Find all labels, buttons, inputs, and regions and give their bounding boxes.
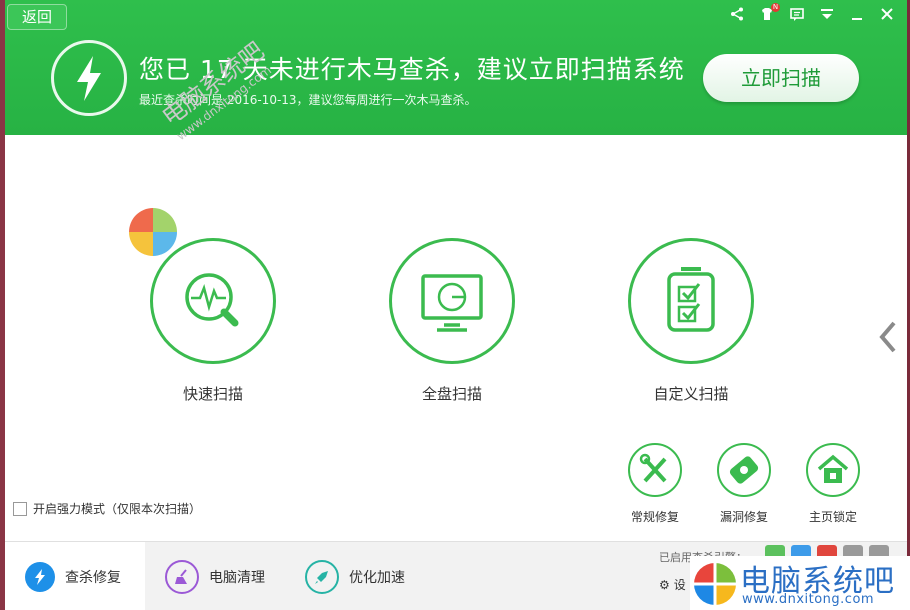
settings-label: 设 (673, 578, 686, 592)
notification-badge: N (771, 3, 780, 12)
tab-optimize-label: 优化加速 (349, 569, 405, 586)
tab-scan-repair-label: 查杀修复 (65, 569, 121, 586)
lightning-status-icon (51, 40, 127, 116)
bolt-icon (25, 561, 55, 592)
strong-mode-label: 开启强力模式（仅限本次扫描） (33, 502, 202, 516)
quick-scan-label: 快速扫描 (182, 385, 243, 403)
tab-pc-cleanup[interactable]: 电脑清理 (145, 542, 285, 610)
strong-mode-checkbox[interactable] (13, 501, 27, 516)
monitor-disk-icon (389, 238, 515, 364)
settings-link[interactable]: ⚙ 设 (659, 576, 686, 593)
window-controls: N (729, 3, 895, 22)
vulnerability-repair-button[interactable]: 漏洞修复 (704, 443, 784, 525)
menu-icon[interactable] (819, 6, 835, 22)
brand-url: www.dnxitong.com (742, 592, 875, 607)
close-icon[interactable] (879, 6, 895, 22)
share-icon[interactable] (729, 6, 745, 22)
skin-icon[interactable]: N (759, 3, 780, 22)
vulnerability-repair-label: 漏洞修复 (719, 510, 768, 524)
pulse-magnifier-icon (150, 238, 276, 364)
strong-mode-option[interactable]: 开启强力模式（仅限本次扫描） (13, 500, 201, 517)
routine-repair-label: 常规修复 (630, 510, 679, 524)
patch-icon (717, 443, 771, 497)
custom-scan-label: 自定义扫描 (653, 385, 729, 403)
full-scan-option[interactable]: 全盘扫描 (332, 238, 572, 404)
quick-scan-option[interactable]: 快速扫描 (93, 238, 333, 404)
custom-scan-option[interactable]: 自定义扫描 (571, 238, 811, 404)
antivirus-window: 返回 N 您已 17 天未进行木马查杀，建议立即扫描系统 最近查杀时间是 201… (5, 0, 907, 610)
tab-optimize[interactable]: 优化加速 (285, 542, 425, 610)
rocket-icon (305, 559, 339, 594)
homepage-lock-button[interactable]: 主页锁定 (793, 443, 873, 525)
back-button[interactable]: 返回 (7, 4, 67, 30)
broom-icon (165, 559, 199, 594)
wrench-screwdriver-icon (628, 443, 682, 497)
tab-pc-cleanup-label: 电脑清理 (209, 569, 265, 586)
tab-scan-repair[interactable]: 查杀修复 (5, 542, 145, 610)
chevron-left-icon[interactable] (877, 320, 899, 358)
feedback-icon[interactable] (789, 6, 805, 22)
full-scan-label: 全盘扫描 (421, 385, 482, 403)
homepage-lock-label: 主页锁定 (808, 510, 857, 524)
checklist-icon (628, 238, 754, 364)
minimize-icon[interactable] (849, 6, 865, 22)
windows-logo-icon (694, 563, 736, 605)
routine-repair-button[interactable]: 常规修复 (615, 443, 695, 525)
scan-now-button[interactable]: 立即扫描 (703, 54, 859, 102)
home-lock-icon (806, 443, 860, 497)
gear-icon: ⚙ (659, 577, 670, 592)
